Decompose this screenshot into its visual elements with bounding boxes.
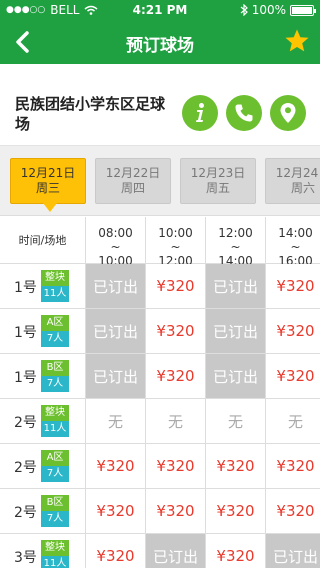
slot-available[interactable]: ¥320 [206,534,266,568]
slot-available[interactable]: ¥320 [146,354,206,399]
slot-booked: 已订出 [206,264,266,309]
slot-unavailable: 无 [146,399,206,444]
time-separator: ~ [230,240,241,254]
page-title: 预订球场 [126,36,194,56]
time-separator: ~ [110,240,121,254]
location-button[interactable] [270,95,306,131]
slot-available[interactable]: ¥320 [146,489,206,534]
star-icon [285,29,309,52]
battery-icon [290,4,316,16]
status-bar: ●●●○○ BELL 4:21 PM 100% [0,0,320,20]
time-separator: ~ [170,240,181,254]
weekday-label: 周六 [290,181,315,195]
player-count-tag: 11人 [41,286,69,302]
time-slot-header: 14:00 ~ 16:00 [266,217,320,268]
slot-available[interactable]: ¥320 [146,444,206,489]
time-slot-header: 10:00 ~ 12:00 [146,217,206,268]
player-count-tag: 11人 [41,556,69,568]
slot-available[interactable]: ¥320 [266,489,320,534]
time-start: 10:00 [158,226,193,240]
area-type-tag: 整块 [41,270,69,286]
slot-available[interactable]: ¥320 [266,444,320,489]
area-type-tag: 整块 [41,540,69,556]
time-slot-header: 08:00 ~ 10:00 [86,217,146,268]
player-count-tag: 7人 [41,376,69,392]
player-count-tag: 7人 [41,466,69,482]
slot-available[interactable]: ¥320 [146,264,206,309]
bluetooth-icon [240,4,248,16]
player-count-tag: 7人 [41,511,69,527]
weekday-label: 周四 [120,181,145,195]
date-label: 12月24日 [275,166,320,180]
field-label: 3号 整块 11人 [0,534,86,568]
field-label: 1号 A区 7人 [0,309,86,354]
time-start: 14:00 [278,226,313,240]
field-number: 1号 [14,280,37,296]
slot-booked: 已订出 [86,309,146,354]
date-tab[interactable]: 12月23日 周五 [180,158,256,204]
slot-available[interactable]: ¥320 [206,489,266,534]
field-number: 3号 [14,550,37,566]
slot-available[interactable]: ¥320 [86,534,146,568]
slot-booked: 已订出 [206,309,266,354]
phone-icon [235,104,253,122]
slot-available[interactable]: ¥320 [86,444,146,489]
slot-booked: 已订出 [146,534,206,568]
field-label: 2号 B区 7人 [0,489,86,534]
area-type-tag: 整块 [41,405,69,421]
phone-button[interactable] [226,95,262,131]
time-start: 08:00 [98,226,133,240]
slot-available[interactable]: ¥320 [266,354,320,399]
date-selector: 12月21日 周三 12月22日 周四 12月23日 周五 12月24日 周六 [0,146,320,216]
time-start: 12:00 [218,226,253,240]
slot-available[interactable]: ¥320 [206,444,266,489]
grid-header-label: 时间/场地 [0,217,86,264]
date-tab[interactable]: 12月21日 周三 [10,158,86,212]
venue-name: 民族团结小学东区足球场 [15,95,166,133]
date-tab[interactable]: 12月24日 周六 [265,158,320,204]
slot-available[interactable]: ¥320 [266,309,320,354]
info-icon [196,103,204,122]
field-label: 1号 B区 7人 [0,354,86,399]
time-separator: ~ [290,240,301,254]
field-label: 2号 整块 11人 [0,399,86,444]
slot-booked: 已订出 [266,534,320,568]
slot-available[interactable]: ¥320 [86,489,146,534]
active-indicator [43,203,57,212]
favorite-button[interactable] [284,28,310,54]
player-count-tag: 11人 [41,421,69,437]
slot-available[interactable]: ¥320 [146,309,206,354]
time-slot-header: 12:00 ~ 14:00 [206,217,266,268]
slot-unavailable: 无 [266,399,320,444]
field-number: 1号 [14,370,37,386]
field-label: 2号 A区 7人 [0,444,86,489]
area-type-tag: A区 [41,450,69,466]
area-type-tag: B区 [41,495,69,511]
field-number: 1号 [14,325,37,341]
date-tab[interactable]: 12月22日 周四 [95,158,171,204]
area-type-tag: B区 [41,360,69,376]
slot-booked: 已订出 [86,264,146,309]
date-label: 12月21日 [20,166,76,180]
nav-bar: 预订球场 [0,20,320,64]
weekday-label: 周三 [35,181,60,195]
date-label: 12月22日 [105,166,161,180]
field-number: 2号 [14,460,37,476]
player-count-tag: 7人 [41,331,69,347]
battery-percent: 100% [251,3,286,17]
slot-unavailable: 无 [86,399,146,444]
info-button[interactable] [182,95,218,131]
slot-booked: 已订出 [206,354,266,399]
field-number: 2号 [14,415,37,431]
location-pin-icon [280,103,296,123]
weekday-label: 周五 [205,181,230,195]
area-type-tag: A区 [41,315,69,331]
date-label: 12月23日 [190,166,246,180]
slot-available[interactable]: ¥320 [266,264,320,309]
venue-header: 民族团结小学东区足球场 [0,64,320,146]
slot-booked: 已订出 [86,354,146,399]
field-label: 1号 整块 11人 [0,264,86,309]
slot-unavailable: 无 [206,399,266,444]
field-number: 2号 [14,505,37,521]
